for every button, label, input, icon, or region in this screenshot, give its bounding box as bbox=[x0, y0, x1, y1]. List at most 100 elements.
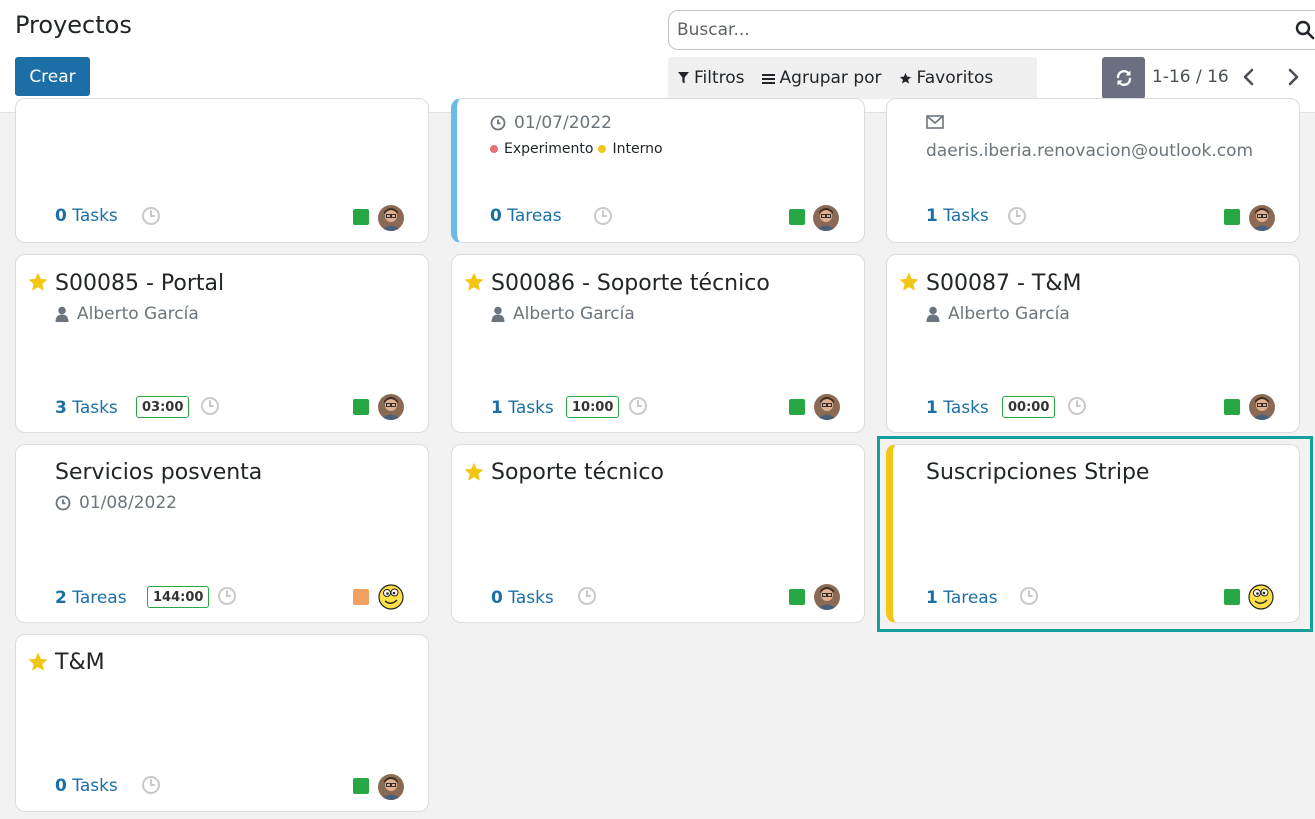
date-text: 01/08/2022 bbox=[79, 493, 177, 513]
pager-value[interactable]: 1-16 / 16 bbox=[1152, 67, 1229, 87]
task-count: 1 bbox=[926, 398, 938, 418]
filters-button[interactable]: Filtros bbox=[668, 57, 752, 99]
time-badge: 03:00 bbox=[136, 396, 190, 418]
avatar[interactable] bbox=[378, 394, 404, 420]
clock-icon[interactable] bbox=[593, 206, 613, 226]
avatar[interactable] bbox=[814, 394, 840, 420]
tasks-label: Tasks bbox=[937, 206, 989, 226]
project-card[interactable]: S00086 - Soporte técnico Alberto García … bbox=[451, 254, 865, 433]
pager-previous-button[interactable] bbox=[1240, 66, 1258, 88]
avatar[interactable] bbox=[814, 584, 840, 610]
clock-icon[interactable] bbox=[577, 586, 597, 606]
tag: Interno bbox=[612, 141, 663, 157]
project-manager: Alberto García bbox=[491, 304, 635, 324]
project-card[interactable]: Servicios posventa 01/08/2022 2 Tareas 1… bbox=[15, 444, 429, 623]
project-card[interactable]: 0 Tasks bbox=[15, 98, 429, 243]
reload-button[interactable] bbox=[1102, 57, 1145, 99]
avatar[interactable] bbox=[378, 774, 404, 800]
status-indicator[interactable] bbox=[353, 209, 369, 225]
tag-color-dot bbox=[490, 145, 498, 153]
project-date: 01/07/2022 bbox=[490, 113, 612, 133]
task-count: 0 bbox=[55, 206, 67, 226]
filter-icon bbox=[678, 72, 689, 84]
tag: Experimento bbox=[504, 141, 594, 157]
tasks-link[interactable]: 0 Tasks bbox=[55, 206, 118, 226]
tasks-link[interactable]: 1 Tasks bbox=[491, 398, 554, 418]
clock-icon[interactable] bbox=[200, 396, 220, 416]
status-indicator[interactable] bbox=[353, 778, 369, 794]
tasks-link[interactable]: 3 Tasks bbox=[55, 398, 118, 418]
favorite-star-icon[interactable] bbox=[27, 271, 49, 293]
status-indicator[interactable] bbox=[353, 589, 369, 605]
favorite-star-icon[interactable] bbox=[898, 271, 920, 293]
favorite-star-icon[interactable] bbox=[27, 651, 49, 673]
tasks-label: Tasks bbox=[66, 776, 118, 796]
status-indicator[interactable] bbox=[789, 589, 805, 605]
task-count: 0 bbox=[491, 588, 503, 608]
clock-icon[interactable] bbox=[628, 396, 648, 416]
project-card[interactable]: S00085 - Portal Alberto García 3 Tasks 0… bbox=[15, 254, 429, 433]
project-card[interactable]: daeris.iberia.renovacion@outlook.com 1 T… bbox=[886, 98, 1300, 243]
tasks-link[interactable]: 0 Tasks bbox=[55, 776, 118, 796]
date-text: 01/07/2022 bbox=[514, 113, 612, 133]
search-box bbox=[668, 10, 1315, 50]
avatar[interactable] bbox=[1249, 394, 1275, 420]
create-button[interactable]: Crear bbox=[15, 57, 90, 96]
tasks-link[interactable]: 1 Tasks bbox=[926, 398, 989, 418]
partner-email: daeris.iberia.renovacion@outlook.com bbox=[926, 141, 1254, 161]
tasks-link[interactable]: 1 Tasks bbox=[926, 206, 989, 226]
clock-icon[interactable] bbox=[141, 206, 161, 226]
pager-next-button[interactable] bbox=[1284, 66, 1302, 88]
task-count: 0 bbox=[55, 776, 67, 796]
project-card[interactable]: 01/07/2022 Experimento Interno 0 Tareas bbox=[451, 98, 865, 243]
clock-icon[interactable] bbox=[1067, 396, 1087, 416]
avatar[interactable] bbox=[813, 205, 839, 231]
search-icon[interactable] bbox=[1295, 20, 1315, 44]
avatar[interactable] bbox=[378, 205, 404, 231]
groupby-button[interactable]: Agrupar por bbox=[752, 57, 889, 99]
status-indicator[interactable] bbox=[353, 399, 369, 415]
clock-icon[interactable] bbox=[1007, 206, 1027, 226]
tasks-label: Tasks bbox=[66, 206, 118, 226]
project-title: T&M bbox=[55, 650, 105, 675]
project-date: 01/08/2022 bbox=[55, 493, 177, 513]
tasks-link[interactable]: 0 Tasks bbox=[491, 588, 554, 608]
star-icon bbox=[899, 72, 912, 85]
tasks-label: Tasks bbox=[66, 398, 118, 418]
envelope-icon bbox=[926, 115, 944, 129]
tasks-label: Tareas bbox=[66, 588, 127, 608]
manager-name: Alberto García bbox=[77, 304, 199, 324]
search-input[interactable] bbox=[677, 19, 1277, 41]
task-count: 3 bbox=[55, 398, 67, 418]
tasks-label: Tareas bbox=[501, 206, 562, 226]
favorite-star-icon[interactable] bbox=[463, 461, 485, 483]
status-indicator[interactable] bbox=[789, 209, 805, 225]
selected-card-highlight bbox=[877, 436, 1313, 632]
status-indicator[interactable] bbox=[1224, 209, 1240, 225]
tasks-label: Tasks bbox=[502, 398, 554, 418]
project-card[interactable]: T&M 0 Tasks bbox=[15, 634, 429, 812]
tasks-link[interactable]: 2 Tareas bbox=[55, 588, 127, 608]
project-manager: Alberto García bbox=[926, 304, 1070, 324]
avatar[interactable] bbox=[378, 584, 404, 610]
clock-icon[interactable] bbox=[141, 775, 161, 795]
clock-icon bbox=[55, 495, 71, 511]
avatar[interactable] bbox=[1249, 205, 1275, 231]
status-indicator[interactable] bbox=[1224, 399, 1240, 415]
project-title: S00085 - Portal bbox=[55, 271, 225, 296]
status-indicator[interactable] bbox=[789, 399, 805, 415]
project-title: S00087 - T&M bbox=[926, 271, 1082, 296]
chevron-left-icon bbox=[1243, 68, 1254, 86]
groupby-label: Agrupar por bbox=[779, 68, 882, 88]
time-badge: 10:00 bbox=[566, 396, 620, 418]
favorite-star-icon[interactable] bbox=[463, 271, 485, 293]
favorites-button[interactable]: Favoritos bbox=[889, 57, 1001, 99]
project-card[interactable]: S00087 - T&M Alberto García 1 Tasks 00:0… bbox=[886, 254, 1300, 433]
clock-icon[interactable] bbox=[217, 586, 237, 606]
task-count: 1 bbox=[491, 398, 503, 418]
tag-list: Experimento Interno bbox=[490, 141, 663, 157]
user-icon bbox=[491, 306, 505, 322]
project-card[interactable]: Soporte técnico 0 Tasks bbox=[451, 444, 865, 623]
tasks-link[interactable]: 0 Tareas bbox=[490, 206, 562, 226]
user-icon bbox=[926, 306, 940, 322]
